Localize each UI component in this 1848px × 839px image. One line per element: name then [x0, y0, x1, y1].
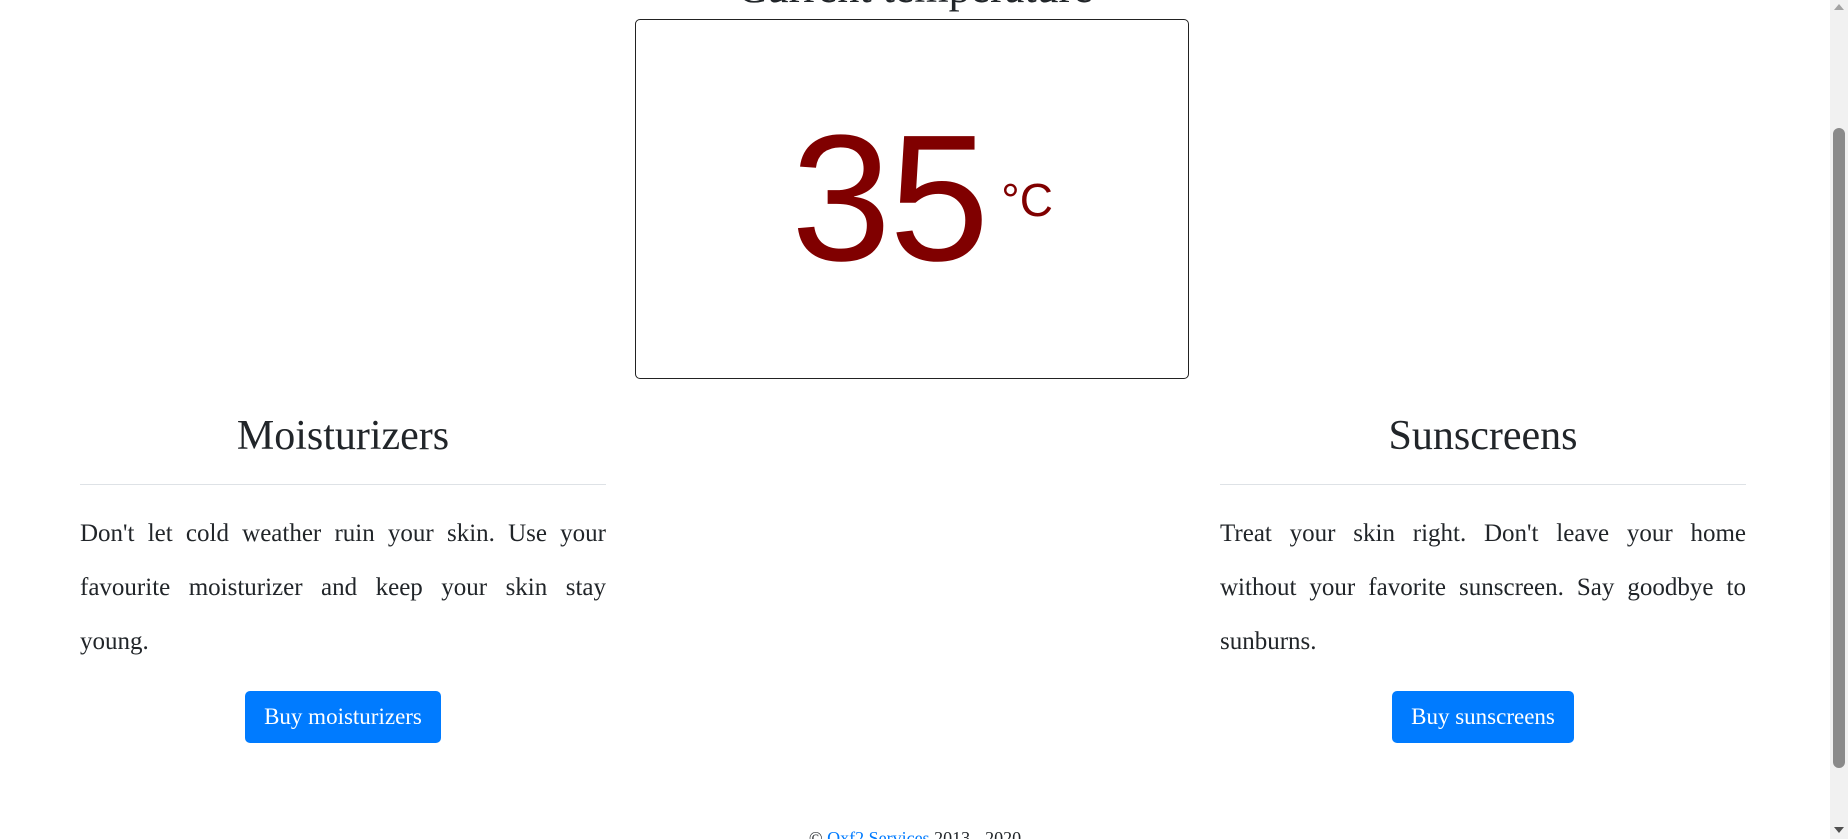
moisturizers-divider: [80, 484, 606, 485]
temperature-value: 35: [791, 98, 989, 299]
temperature-panel: 35 °C: [635, 19, 1189, 379]
vertical-scrollbar[interactable]: [1830, 0, 1848, 839]
sunscreens-button-wrap: Buy sunscreens: [1220, 691, 1746, 743]
buy-moisturizers-button[interactable]: Buy moisturizers: [245, 691, 441, 743]
scroll-down-arrow-icon[interactable]: [1834, 827, 1844, 833]
temperature-unit: °C: [1001, 174, 1053, 226]
moisturizers-button-wrap: Buy moisturizers: [80, 691, 606, 743]
sunscreens-divider: [1220, 484, 1746, 485]
footer-link[interactable]: Qxf2 Services: [827, 828, 929, 839]
sunscreens-section: Sunscreens Treat your skin right. Don't …: [1220, 408, 1746, 743]
footer-copyright: ©: [808, 828, 828, 839]
moisturizers-description: Don't let cold weather ruin your skin. U…: [80, 520, 606, 655]
sunscreens-description: Treat your skin right. Don't leave your …: [1220, 520, 1746, 655]
sunscreens-title: Sunscreens: [1388, 413, 1578, 459]
moisturizers-section: Moisturizers Don't let cold weather ruin…: [80, 408, 606, 743]
scroll-up-arrow-icon[interactable]: [1834, 4, 1844, 10]
footer: © Qxf2 Services 2013 - 2020: [0, 828, 1830, 839]
footer-years: 2013 - 2020: [929, 828, 1022, 839]
buy-sunscreens-button[interactable]: Buy sunscreens: [1392, 691, 1574, 743]
page-title: Current temperature: [0, 0, 1830, 13]
moisturizers-title: Moisturizers: [236, 413, 450, 459]
scrollbar-thumb[interactable]: [1833, 128, 1845, 768]
page: Current temperature 35 °C Moisturizers D…: [0, 0, 1848, 839]
temperature-display: 35 °C: [791, 109, 1053, 289]
